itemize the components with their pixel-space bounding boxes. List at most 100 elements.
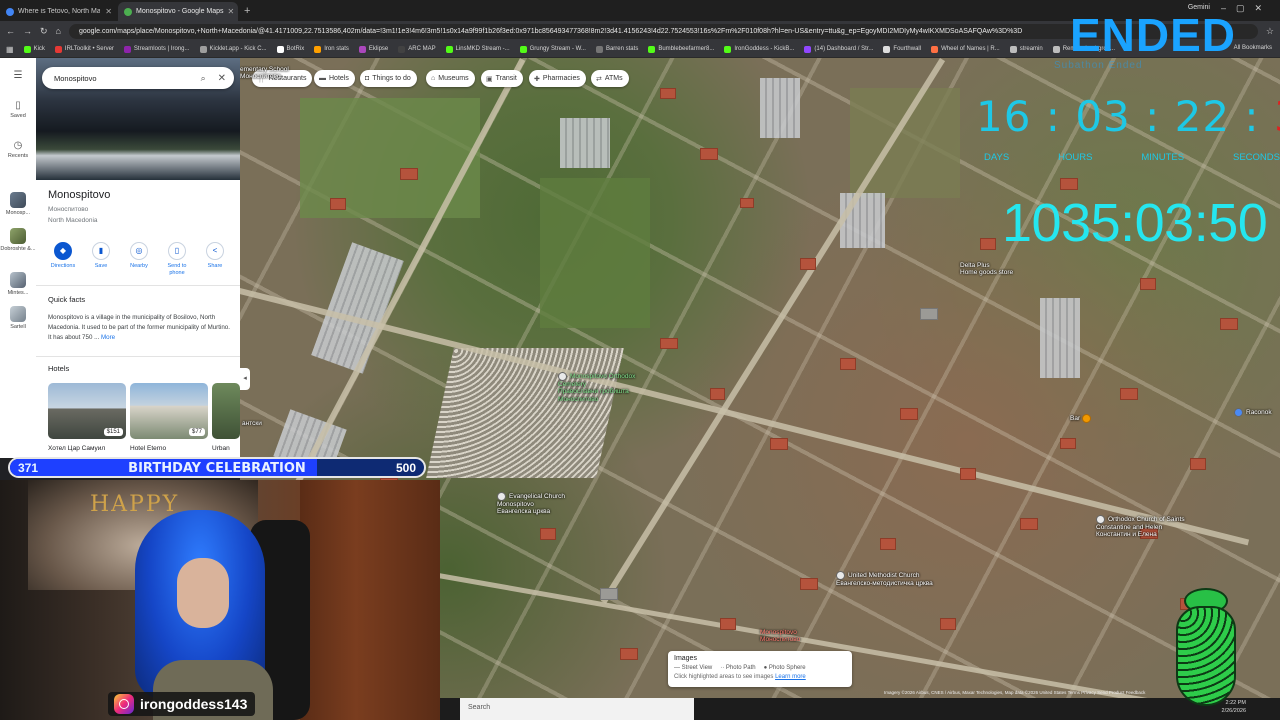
building [940, 618, 956, 630]
building [1060, 438, 1076, 449]
bookmark-item[interactable]: IronGoddess - KickB... [724, 45, 794, 53]
chip-museums[interactable]: ⌂ Museums [426, 70, 475, 87]
rail-recents[interactable]: ◷ Recents [0, 140, 36, 159]
bookmark-folder[interactable]: streamin [1009, 45, 1043, 53]
send-to-phone-button[interactable]: ▯ Send to phone [160, 242, 194, 276]
bookmark-item[interactable]: Kick [23, 45, 45, 53]
bookmark-favicon [595, 45, 603, 53]
cemetery-area [426, 348, 624, 478]
countdown-seconds: 36 [1274, 92, 1280, 141]
chip-hotels[interactable]: ▬ Hotels [314, 70, 355, 87]
countdown-hours: 03 [1075, 92, 1131, 141]
poi-bar[interactable]: Bar [1070, 414, 1094, 423]
learn-more-link[interactable]: Learn more [775, 674, 806, 680]
tab-google-maps[interactable]: Monospitovo - Google Maps ✕ [118, 2, 238, 21]
building [740, 198, 754, 208]
directions-button[interactable]: ◆ Directions [46, 242, 80, 276]
bookmark-item[interactable]: Kicklet.app - Kick C... [199, 45, 267, 53]
more-link[interactable]: More [101, 334, 115, 341]
chip-transit[interactable]: ▣ Transit [481, 70, 523, 87]
poi-monospitovo-label[interactable]: Monospitovo Моноспитово [760, 629, 800, 644]
rail-saved[interactable]: ▯ Saved [0, 100, 36, 119]
hotel-price: $77 [188, 428, 205, 436]
bookmark-item[interactable]: IRLToolkit • Server [54, 45, 114, 53]
poi-delta-plus[interactable]: Delta Plus Home goods store [960, 262, 1013, 277]
bookmark-item[interactable]: ARC MAP [398, 45, 436, 53]
close-icon[interactable]: ✕ [105, 7, 112, 16]
tab-where-is-tetovo[interactable]: Where is Tetovo, North Macedonia ✕ [0, 2, 118, 21]
building [1060, 178, 1078, 190]
bookmark-item[interactable]: (14) Dashboard / Str... [804, 45, 873, 53]
star-icon[interactable]: ☆ [1266, 26, 1274, 37]
hotel-name: Хотел Цар Самуил [48, 445, 106, 452]
webcam-feed: HAPPY [0, 480, 440, 720]
chip-atms[interactable]: ⇄ ATMs [591, 70, 629, 87]
poi-school[interactable]: ementary School Монослитово [240, 66, 289, 81]
search-input[interactable]: Monospitovo [54, 74, 97, 83]
back-icon[interactable]: ← [6, 26, 15, 36]
forward-icon[interactable]: → [23, 26, 32, 36]
hotel-card[interactable]: $77 Hotel Eterno [130, 383, 208, 452]
taskbar-search-box[interactable]: Search [460, 698, 694, 720]
images-help-text: Click highlighted areas to see images Le… [674, 674, 806, 680]
chip-pharmacies[interactable]: ✚ Pharmacies [529, 70, 586, 87]
bookmark-item[interactable]: Fourthwall [883, 45, 921, 53]
instagram-handle: irongoddess143 [108, 692, 256, 716]
bookmark-item[interactable]: BotRix [276, 45, 304, 53]
rail-recent-monospitovo[interactable]: Monosp... [0, 192, 36, 216]
building [660, 88, 676, 99]
poi-orthodox-church[interactable]: Orthodox Church of Saints Constantine an… [1096, 515, 1192, 539]
bar-pin-icon [1081, 414, 1091, 423]
poi-evangelical-church[interactable]: Evangelical Church Monospitovo Евангелска… [497, 492, 587, 516]
save-button[interactable]: ▮ Save [84, 242, 118, 276]
all-bookmarks-button[interactable]: All Bookmarks [1234, 45, 1272, 51]
bookmark-item[interactable]: Grungy Stream - W... [519, 45, 586, 53]
bookmark-favicon [199, 45, 207, 53]
bookmark-item[interactable]: Wheel of Names | R... [931, 45, 1000, 53]
building [710, 388, 725, 400]
bookmark-favicon [276, 45, 284, 53]
bookmark-item[interactable]: Barren stats [595, 45, 638, 53]
poi-cemetery[interactable]: Monospitovo Orthodox Cemetery Православни… [558, 372, 648, 403]
greenhouse [840, 193, 885, 248]
bookmark-item[interactable]: Iron stats [314, 45, 349, 53]
home-icon[interactable]: ⌂ [56, 26, 61, 36]
chip-things-to-do[interactable]: ◘ Things to do [360, 70, 417, 87]
bookmark-item[interactable]: Bumblebeefarmer8... [648, 45, 714, 53]
countdown-labels: DAYS HOURS MINUTES SECONDS [984, 152, 1280, 163]
building [840, 358, 856, 370]
place-actions: ◆ Directions ▮ Save ◎ Nearby ▯ Send to phone… [46, 242, 232, 276]
bookmark-item[interactable]: Streamloots | Irong... [123, 45, 190, 53]
new-tab-button[interactable]: + [244, 5, 250, 17]
poi-methodist-church[interactable]: United Methodist Church Евангелско-методи… [836, 571, 946, 587]
ended-banner: ENDED [1070, 9, 1237, 61]
photo-path-legend: ·· Photo Path [720, 665, 756, 671]
reload-icon[interactable]: ↻ [40, 26, 48, 37]
hotel-card[interactable]: $151 Хотел Цар Самуил [48, 383, 126, 452]
folder-icon [1009, 45, 1017, 53]
hotel-card[interactable]: Urban [212, 383, 240, 452]
place-thumbnail [10, 306, 26, 322]
close-icon[interactable]: ✕ [218, 73, 226, 84]
menu-button[interactable]: ☰ [0, 70, 36, 83]
nearby-button[interactable]: ◎ Nearby [122, 242, 156, 276]
building [770, 438, 788, 450]
building [1020, 518, 1038, 530]
bookmark-item[interactable]: LinsMKD Stream -... [445, 45, 510, 53]
maps-left-rail: ☰ ▯ Saved ◷ Recents Monosp... Dobroshte &.… [0, 58, 36, 458]
search-box[interactable]: Monospitovo ⌕ ✕ [42, 67, 234, 89]
rail-recent-dobroshte[interactable]: Dobroshte &... [0, 228, 36, 252]
apps-icon[interactable]: ▦ [6, 45, 14, 54]
rail-recent-sartell[interactable]: Sartell [0, 306, 36, 330]
handle-text: irongoddess143 [140, 696, 248, 712]
collapse-panel-button[interactable]: ◂ [240, 368, 250, 390]
search-icon[interactable]: ⌕ [201, 73, 206, 84]
rail-recent-mintes[interactable]: Mintes... [0, 272, 36, 296]
bookmark-item[interactable]: Eklipse [358, 45, 388, 53]
days-label: DAYS [984, 152, 1010, 163]
images-layer-card[interactable]: Images — Street View ·· Photo Path ● Pho… [668, 651, 852, 687]
share-button[interactable]: < Share [198, 242, 232, 276]
bookmark-icon: ▮ [92, 242, 110, 260]
poi-raconok[interactable]: Raconok [1234, 408, 1272, 417]
close-icon[interactable]: ✕ [228, 7, 235, 16]
